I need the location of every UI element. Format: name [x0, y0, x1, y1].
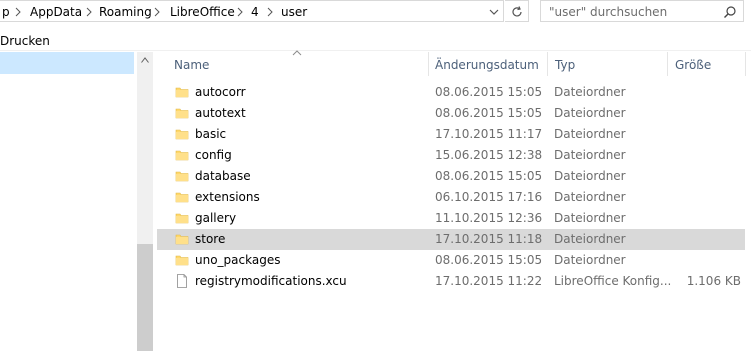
divider — [0, 50, 751, 51]
breadcrumb-appdata[interactable]: AppData — [30, 5, 82, 19]
search-input[interactable]: "user" durchsuchen — [549, 5, 667, 19]
chevron-down-icon[interactable] — [488, 6, 500, 18]
file-icon — [177, 274, 187, 288]
file-date: 08.06.2015 15:05 — [435, 253, 543, 267]
file-date: 08.06.2015 15:05 — [435, 106, 543, 120]
file-row[interactable]: store 17.10.2015 11:18 Dateiordner — [157, 229, 745, 250]
file-row[interactable]: config 15.06.2015 12:38 Dateiordner — [157, 145, 745, 166]
file-type: Dateiordner — [554, 232, 626, 246]
file-row[interactable]: extensions 06.10.2015 17:16 Dateiordner — [157, 187, 745, 208]
breadcrumb-4[interactable]: 4 — [251, 5, 259, 19]
file-name: store — [195, 232, 226, 246]
folder-icon — [175, 108, 189, 119]
file-row[interactable]: autotext 08.06.2015 15:05 Dateiordner — [157, 103, 745, 124]
folder-icon — [175, 150, 189, 161]
file-type: Dateiordner — [554, 127, 626, 141]
file-type: LibreOffice Konfig... — [554, 274, 672, 288]
file-type: Dateiordner — [554, 148, 626, 162]
column-divider[interactable] — [547, 52, 548, 76]
address-bar[interactable]: p AppData Roaming LibreOffice 4 user — [0, 0, 504, 22]
folder-icon — [175, 255, 189, 266]
file-name: autotext — [195, 106, 246, 120]
folder-icon — [175, 213, 189, 224]
folder-icon — [175, 129, 189, 140]
folder-icon — [175, 192, 189, 203]
file-type: Dateiordner — [554, 253, 626, 267]
chevron-right-icon[interactable] — [13, 7, 23, 17]
column-divider[interactable] — [428, 52, 429, 76]
chevron-right-icon[interactable] — [265, 7, 275, 17]
file-date: 11.10.2015 12:36 — [435, 211, 543, 225]
nav-item-selected[interactable] — [0, 52, 134, 74]
search-box[interactable]: "user" durchsuchen — [540, 0, 744, 22]
file-type: Dateiordner — [554, 211, 626, 225]
file-date: 17.10.2015 11:22 — [435, 274, 543, 288]
file-name: basic — [195, 127, 227, 141]
file-name: extensions — [195, 190, 260, 204]
column-header-name[interactable]: Name — [174, 58, 209, 72]
file-type: Dateiordner — [554, 190, 626, 204]
file-row[interactable]: autocorr 08.06.2015 15:05 Dateiordner — [157, 82, 745, 103]
file-name: registrymodifications.xcu — [195, 274, 347, 288]
file-type: Dateiordner — [554, 106, 626, 120]
scroll-up-icon[interactable] — [141, 57, 149, 63]
search-icon[interactable] — [723, 5, 737, 19]
file-name: uno_packages — [195, 253, 281, 267]
sort-ascending-icon — [292, 50, 302, 56]
breadcrumb-user[interactable]: user — [281, 5, 307, 19]
file-size: 1.106 KB — [686, 274, 741, 288]
column-header-size[interactable]: Größe — [675, 58, 711, 72]
breadcrumb-libreoffice[interactable]: LibreOffice — [170, 5, 235, 19]
column-divider[interactable] — [667, 52, 668, 76]
folder-icon — [175, 87, 189, 98]
chevron-right-icon[interactable] — [152, 7, 162, 17]
file-name: database — [195, 169, 251, 183]
chevron-right-icon[interactable] — [84, 7, 94, 17]
chevron-right-icon[interactable] — [235, 7, 245, 17]
refresh-button[interactable] — [505, 0, 529, 22]
file-row[interactable]: gallery 11.10.2015 12:36 Dateiordner — [157, 208, 745, 229]
column-header-date[interactable]: Änderungsdatum — [435, 58, 539, 72]
folder-icon — [175, 234, 189, 245]
nav-scrollbar-thumb[interactable] — [137, 244, 153, 351]
column-divider[interactable] — [745, 52, 746, 76]
file-name: autocorr — [195, 85, 246, 99]
file-date: 08.06.2015 15:05 — [435, 169, 543, 183]
file-name: config — [195, 148, 232, 162]
breadcrumb-roaming[interactable]: Roaming — [99, 5, 152, 19]
file-name: gallery — [195, 211, 237, 225]
file-row[interactable]: registrymodifications.xcu 17.10.2015 11:2… — [157, 271, 745, 292]
file-date: 08.06.2015 15:05 — [435, 85, 543, 99]
file-row[interactable]: basic 17.10.2015 11:17 Dateiordner — [157, 124, 745, 145]
file-row[interactable]: database 08.06.2015 15:05 Dateiordner — [157, 166, 745, 187]
file-date: 17.10.2015 11:17 — [435, 127, 543, 141]
breadcrumb-p[interactable]: p — [2, 5, 10, 19]
file-type: Dateiordner — [554, 169, 626, 183]
file-date: 17.10.2015 11:18 — [435, 232, 543, 246]
column-header-type[interactable]: Typ — [555, 58, 575, 72]
file-row[interactable]: uno_packages 08.06.2015 15:05 Dateiordner — [157, 250, 745, 271]
refresh-icon — [512, 6, 522, 17]
file-date: 06.10.2015 17:16 — [435, 190, 543, 204]
menu-drucken[interactable]: Drucken — [0, 34, 50, 48]
file-type: Dateiordner — [554, 85, 626, 99]
folder-icon — [175, 171, 189, 182]
file-date: 15.06.2015 12:38 — [435, 148, 543, 162]
